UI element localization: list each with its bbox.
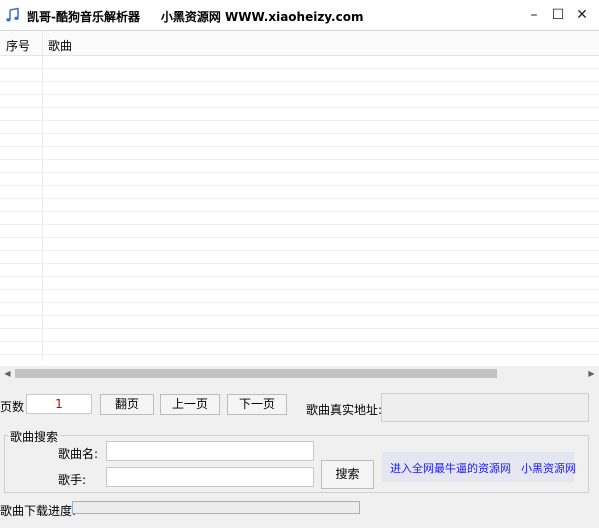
song-search-title: 歌曲搜索 [8, 428, 61, 445]
list-rows[interactable] [0, 56, 599, 361]
scroll-right-icon[interactable]: ▶ [584, 366, 599, 381]
real-address-field[interactable] [381, 393, 589, 422]
page-number-input[interactable]: 1 [26, 394, 92, 414]
download-progress-bar [72, 501, 360, 514]
close-button[interactable]: ✕ [570, 0, 594, 30]
music-note-icon [6, 7, 19, 22]
title-bar: 凯哥-酷狗音乐解析器 小黑资源网 WWW.xiaoheizy.com – ☐ ✕ [0, 0, 599, 30]
singer-label: 歌手: [58, 473, 87, 487]
horizontal-scrollbar[interactable]: ◀ ▶ [0, 366, 599, 381]
previous-page-button[interactable]: 上一页 [160, 394, 220, 415]
column-divider [42, 31, 43, 361]
list-header: 序号 歌曲 [0, 31, 599, 56]
column-header-song[interactable]: 歌曲 [48, 37, 72, 54]
song-list[interactable]: 序号 歌曲 ◀ ▶ [0, 30, 599, 381]
singer-input[interactable] [106, 467, 314, 487]
download-progress-label: 歌曲下载进度: [0, 504, 77, 518]
song-name-label: 歌曲名: [58, 447, 99, 461]
flip-page-button[interactable]: 翻页 [100, 394, 154, 415]
window-title: 凯哥-酷狗音乐解析器 小黑资源网 WWW.xiaoheizy.com [27, 10, 364, 24]
next-page-button[interactable]: 下一页 [227, 394, 287, 415]
minimize-button[interactable]: – [522, 0, 546, 30]
resource-link-site[interactable]: 小黑资源网 [521, 462, 576, 475]
scrollbar-thumb[interactable] [15, 369, 497, 378]
column-header-index[interactable]: 序号 [6, 37, 30, 54]
scroll-left-icon[interactable]: ◀ [0, 366, 15, 381]
song-name-input[interactable] [106, 441, 314, 461]
resource-site-link[interactable]: 进入全网最牛逼的资源网 小黑资源网 [382, 452, 576, 482]
search-button[interactable]: 搜索 [321, 460, 374, 489]
resource-link-text[interactable]: 进入全网最牛逼的资源网 [390, 462, 511, 475]
maximize-button[interactable]: ☐ [546, 0, 570, 30]
real-address-label: 歌曲真实地址: [306, 403, 383, 417]
page-label: 页数 [0, 400, 25, 414]
